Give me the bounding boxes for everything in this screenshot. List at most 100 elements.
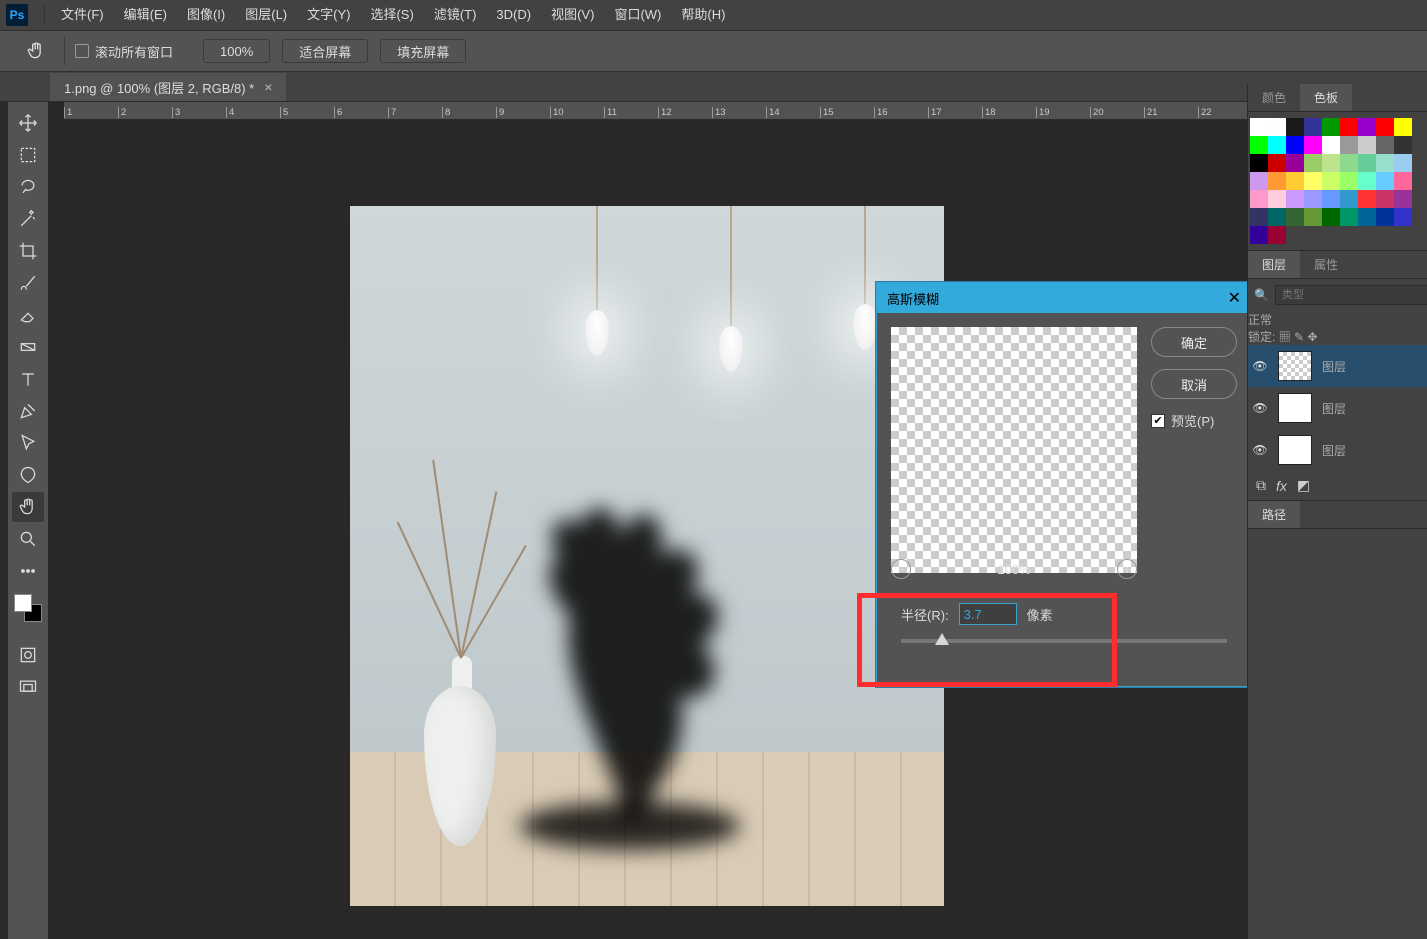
- swatch[interactable]: [1250, 118, 1268, 136]
- swatch[interactable]: [1340, 172, 1358, 190]
- brush-tool[interactable]: [12, 268, 44, 298]
- swatch[interactable]: [1250, 172, 1268, 190]
- crop-tool[interactable]: [12, 236, 44, 266]
- swatch[interactable]: [1304, 118, 1322, 136]
- swatch[interactable]: [1340, 118, 1358, 136]
- swatch[interactable]: [1394, 136, 1412, 154]
- zoom-in-icon[interactable]: +: [1117, 559, 1137, 579]
- menu-layer[interactable]: 图层(L): [235, 0, 297, 30]
- gradient-tool[interactable]: [12, 332, 44, 362]
- swatch[interactable]: [1250, 190, 1268, 208]
- swatch[interactable]: [1268, 136, 1286, 154]
- visibility-icon[interactable]: 👁: [1252, 358, 1268, 374]
- swatch[interactable]: [1250, 208, 1268, 226]
- visibility-icon[interactable]: 👁: [1252, 400, 1268, 416]
- swatch[interactable]: [1304, 172, 1322, 190]
- swatch[interactable]: [1376, 172, 1394, 190]
- menu-view[interactable]: 视图(V): [541, 0, 604, 30]
- swatch[interactable]: [1394, 154, 1412, 172]
- swatch[interactable]: [1358, 136, 1376, 154]
- swatch[interactable]: [1358, 172, 1376, 190]
- menu-file[interactable]: 文件(F): [51, 0, 114, 30]
- swatch[interactable]: [1286, 190, 1304, 208]
- swatch[interactable]: [1250, 136, 1268, 154]
- document-tab[interactable]: 1.png @ 100% (图层 2, RGB/8) * ×: [50, 73, 286, 101]
- cancel-button[interactable]: 取消: [1151, 369, 1237, 399]
- menu-filter[interactable]: 滤镜(T): [424, 0, 487, 30]
- lock-pixels-icon[interactable]: ▦: [1279, 330, 1291, 344]
- swatches-grid[interactable]: [1248, 112, 1427, 250]
- dialog-preview[interactable]: [891, 327, 1137, 573]
- swatch[interactable]: [1322, 172, 1340, 190]
- swatch[interactable]: [1250, 226, 1268, 244]
- swatch[interactable]: [1322, 154, 1340, 172]
- radius-slider-track[interactable]: [901, 639, 1227, 643]
- layer-fx-icon[interactable]: fx: [1276, 478, 1287, 494]
- swatch[interactable]: [1376, 154, 1394, 172]
- menu-help[interactable]: 帮助(H): [671, 0, 735, 30]
- visibility-icon[interactable]: 👁: [1252, 442, 1268, 458]
- scroll-all-windows-checkbox[interactable]: [75, 44, 89, 58]
- hand-tool[interactable]: [12, 492, 44, 522]
- rail-grip-left[interactable]: [0, 102, 8, 939]
- tab-properties[interactable]: 属性: [1300, 251, 1352, 278]
- swatch[interactable]: [1340, 154, 1358, 172]
- shape-tool[interactable]: [12, 460, 44, 490]
- layer-row[interactable]: 👁图层: [1248, 345, 1427, 387]
- swatch[interactable]: [1286, 208, 1304, 226]
- swatch[interactable]: [1394, 118, 1412, 136]
- swatch[interactable]: [1286, 154, 1304, 172]
- tab-paths[interactable]: 路径: [1248, 501, 1300, 528]
- swatch[interactable]: [1322, 190, 1340, 208]
- layer-row[interactable]: 👁图层: [1248, 387, 1427, 429]
- fit-screen-button[interactable]: 适合屏幕: [282, 39, 368, 63]
- layer-mask-icon[interactable]: ◩: [1297, 477, 1310, 494]
- path-select-tool[interactable]: [12, 428, 44, 458]
- swatch[interactable]: [1268, 118, 1286, 136]
- zoom-out-icon[interactable]: −: [891, 559, 911, 579]
- swatch[interactable]: [1340, 208, 1358, 226]
- swatch[interactable]: [1394, 190, 1412, 208]
- swatch[interactable]: [1394, 208, 1412, 226]
- preview-checkbox[interactable]: ✔: [1151, 414, 1165, 428]
- close-tab-icon[interactable]: ×: [264, 79, 272, 95]
- pen-tool[interactable]: [12, 396, 44, 426]
- foreground-background-swatch[interactable]: [14, 594, 42, 622]
- magic-wand-tool[interactable]: [12, 204, 44, 234]
- swatch[interactable]: [1304, 208, 1322, 226]
- swatch[interactable]: [1376, 136, 1394, 154]
- link-layers-icon[interactable]: ⧉: [1256, 477, 1266, 494]
- type-tool[interactable]: [12, 364, 44, 394]
- menu-3d[interactable]: 3D(D): [486, 0, 541, 30]
- swatch[interactable]: [1268, 172, 1286, 190]
- marquee-tool[interactable]: [12, 140, 44, 170]
- radius-slider-thumb[interactable]: [935, 633, 949, 645]
- lock-move-icon[interactable]: ✥: [1307, 330, 1317, 344]
- swatch[interactable]: [1358, 208, 1376, 226]
- swatch[interactable]: [1268, 226, 1286, 244]
- swatch[interactable]: [1268, 208, 1286, 226]
- swatch[interactable]: [1322, 136, 1340, 154]
- swatch[interactable]: [1358, 190, 1376, 208]
- dialog-close-icon[interactable]: ✕: [1228, 288, 1241, 308]
- swatch[interactable]: [1286, 118, 1304, 136]
- menu-select[interactable]: 选择(S): [360, 0, 423, 30]
- menu-image[interactable]: 图像(I): [177, 0, 235, 30]
- swatch[interactable]: [1286, 136, 1304, 154]
- menu-window[interactable]: 窗口(W): [604, 0, 671, 30]
- screenmode-tool[interactable]: [12, 672, 44, 702]
- swatch[interactable]: [1286, 172, 1304, 190]
- lasso-tool[interactable]: [12, 172, 44, 202]
- swatch[interactable]: [1268, 154, 1286, 172]
- swatch[interactable]: [1322, 118, 1340, 136]
- swatch[interactable]: [1340, 190, 1358, 208]
- tab-swatches[interactable]: 色板: [1300, 84, 1352, 111]
- swatch[interactable]: [1358, 118, 1376, 136]
- swatch[interactable]: [1322, 208, 1340, 226]
- swatch[interactable]: [1376, 118, 1394, 136]
- swatch[interactable]: [1340, 136, 1358, 154]
- swatch[interactable]: [1394, 172, 1412, 190]
- swatch[interactable]: [1250, 154, 1268, 172]
- tab-layers[interactable]: 图层: [1248, 251, 1300, 278]
- swatch[interactable]: [1376, 208, 1394, 226]
